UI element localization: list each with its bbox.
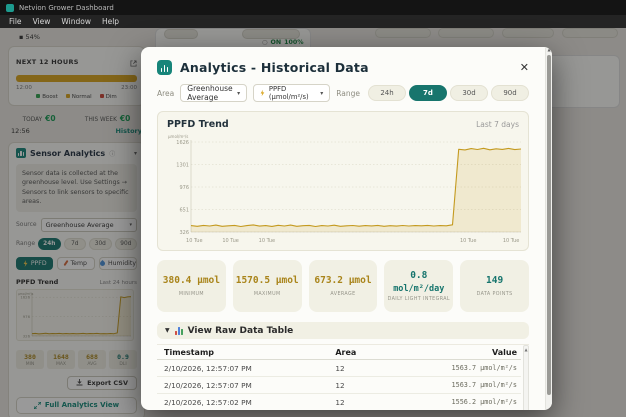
svg-text:10 Tue: 10 Tue — [460, 238, 477, 244]
range-button-group: 24h 7d 30d 90d — [368, 85, 529, 101]
svg-text:326: 326 — [179, 230, 189, 236]
table-scrollbar[interactable]: ▲ ▼ — [523, 345, 529, 410]
svg-text:1626: 1626 — [176, 140, 189, 146]
chart-title: PPFD Trend — [167, 119, 229, 130]
svg-text:651: 651 — [179, 207, 189, 213]
col-timestamp: Timestamp — [164, 347, 215, 357]
stat-minimum: 380.4 μmol MINIMUM — [157, 260, 226, 312]
stat-data-points: 149 DATA POINTS — [460, 260, 529, 312]
bolt-icon — [260, 89, 265, 97]
svg-text:10 Tue: 10 Tue — [503, 238, 519, 244]
scrollbar-thumb[interactable] — [547, 55, 551, 395]
summary-stats-row: 380.4 μmol MINIMUM 1570.5 μmol MAXIMUM 673… — [157, 260, 529, 312]
chevron-down-icon: ▾ — [237, 89, 241, 97]
modal-title: Analytics - Historical Data — [180, 59, 369, 75]
col-value: Value — [491, 347, 517, 357]
svg-text:1301: 1301 — [176, 162, 189, 168]
metric-select[interactable]: PPFD (μmol/m²/s) ▾ — [253, 84, 331, 102]
table-row: 2/10/2026, 12:57:02 PM 12 1556.2 μmol/m²… — [157, 394, 521, 410]
chevron-down-icon: ▾ — [320, 89, 324, 97]
col-area: Area — [335, 347, 357, 357]
range-90d-button[interactable]: 90d — [491, 85, 529, 101]
app-icon — [6, 3, 14, 12]
raw-data-table: Timestamp Area Value 2/10/2026, 12:57:07… — [157, 344, 529, 410]
range-30d-button[interactable]: 30d — [450, 85, 488, 101]
scroll-up-icon[interactable]: ▲ — [546, 47, 552, 53]
table-row: 2/10/2026, 12:57:07 PM 12 1563.7 μmol/m²… — [157, 360, 521, 377]
svg-text:10 Tue: 10 Tue — [259, 238, 276, 244]
svg-text:976: 976 — [179, 185, 189, 191]
menu-window[interactable]: Window — [61, 17, 91, 26]
analytics-modal: Analytics - Historical Data ✕ Area Green… — [141, 47, 552, 410]
stat-average: 673.2 μmol AVERAGE — [308, 260, 378, 312]
app-window: Netvion Grower Dashboard File View Windo… — [0, 0, 626, 417]
bar-chart-icon — [174, 326, 183, 335]
stat-dli: 0.8 mol/m²/day DAILY LIGHT INTEGRAL — [384, 260, 454, 312]
svg-text:μmol/m²/s: μmol/m²/s — [168, 134, 188, 139]
menu-view[interactable]: View — [33, 17, 51, 26]
raw-data-table-toggle[interactable]: ▼ View Raw Data Table — [157, 322, 529, 339]
ppfd-trend-panel: PPFD Trend Last 7 days 326 651 976 1301 1626… — [157, 111, 529, 251]
table-header-row: Timestamp Area Value — [157, 345, 521, 360]
stat-maximum: 1570.5 μmol MAXIMUM — [232, 260, 302, 312]
caret-down-icon: ▼ — [165, 327, 170, 334]
modal-scrollbar[interactable]: ▲ — [545, 47, 552, 410]
range-label: Range — [336, 88, 360, 98]
range-7d-button[interactable]: 7d — [409, 85, 447, 101]
svg-text:10 Tue: 10 Tue — [222, 238, 239, 244]
range-24h-button[interactable]: 24h — [368, 85, 406, 101]
window-title: Netvion Grower Dashboard — [19, 3, 114, 12]
menu-file[interactable]: File — [9, 17, 22, 26]
menu-help[interactable]: Help — [102, 17, 119, 26]
window-titlebar: Netvion Grower Dashboard — [0, 0, 626, 15]
analytics-icon — [157, 59, 172, 75]
area-select[interactable]: Greenhouse Average ▾ — [180, 84, 248, 102]
svg-text:10 Tue: 10 Tue — [186, 238, 203, 244]
menu-bar: File View Window Help — [0, 15, 626, 28]
close-icon[interactable]: ✕ — [520, 61, 529, 74]
area-label: Area — [157, 88, 175, 98]
chart-range-caption: Last 7 days — [476, 120, 519, 129]
table-row: 2/10/2026, 12:57:07 PM 12 1563.7 μmol/m²… — [157, 377, 521, 394]
scroll-up-icon[interactable]: ▲ — [524, 347, 527, 352]
ppfd-trend-chart: 326 651 976 1301 1626 10 Tue 10 Tue 10 Tue 10 Tu… — [168, 134, 522, 244]
